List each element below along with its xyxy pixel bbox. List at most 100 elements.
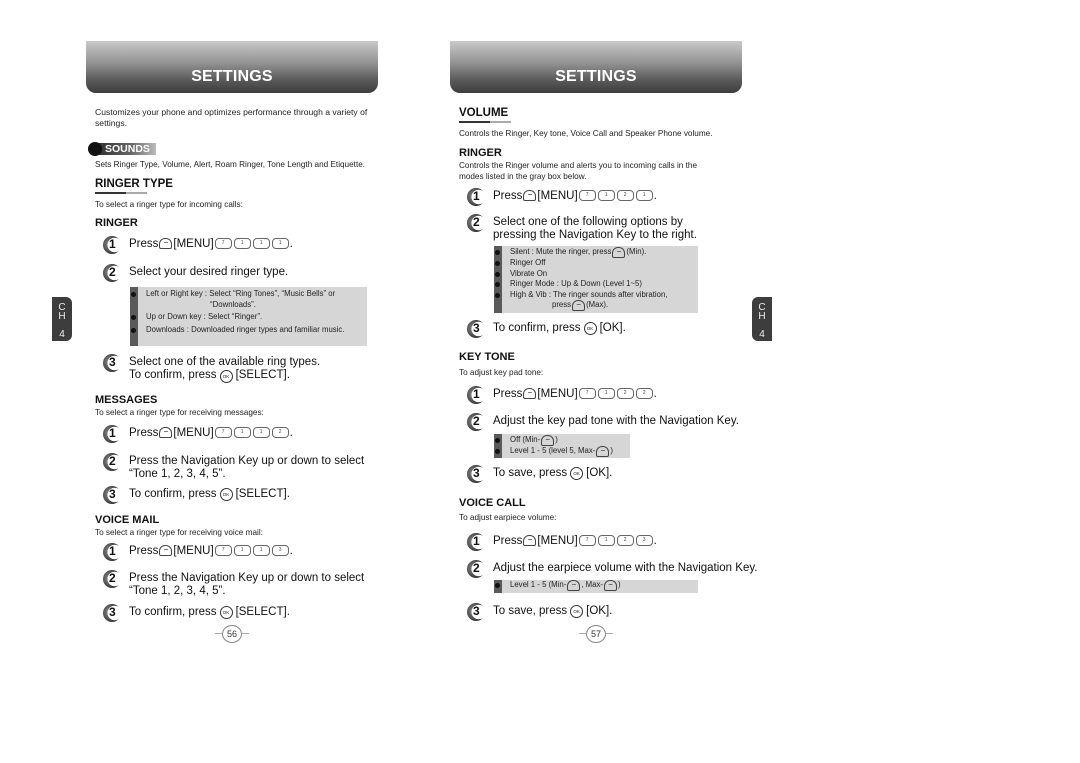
key-tone-desc: To adjust key pad tone:: [459, 368, 544, 377]
step-2: 2 Select your desired ringer type.: [103, 264, 289, 282]
step-number-badge: 3: [103, 354, 121, 372]
option-item: Left or Right key : Select “Ring Tones”,…: [131, 289, 367, 300]
ok-key-icon: OK: [583, 322, 597, 335]
step-2: 2 Adjust the earpiece volume with the Na…: [467, 560, 757, 578]
ok-key-icon: OK: [570, 605, 584, 618]
bullet-icon: [495, 282, 500, 288]
volume-heading: VOLUME: [459, 107, 511, 123]
bullet-icon: [495, 583, 500, 588]
key-3-icon: 3: [271, 545, 289, 556]
chapter-tab: CH4: [752, 297, 772, 341]
left-soft-key-icon: −: [523, 535, 537, 546]
voice-call-box: Level 1 - 5 (Min- −, Max- −): [494, 580, 698, 593]
key-7-icon: 7: [214, 238, 232, 249]
key-1-icon: 1: [597, 535, 615, 546]
left-soft-key-icon: −: [159, 427, 173, 438]
ok-key-icon: OK: [219, 488, 233, 501]
step-1: 1 Press − [MENU] 7 1 1 1.: [103, 236, 293, 254]
step-number-badge: 2: [467, 413, 485, 431]
key-tone-box: Off (Min- −) Level 1 - 5 (level 5, Max- −): [494, 434, 630, 458]
right-page: SETTINGS: [450, 41, 742, 93]
step-2: 2 Select one of the following options by…: [467, 214, 697, 242]
heading-underline: [95, 192, 147, 194]
bullet-icon: [495, 271, 500, 277]
heading-underline: [459, 121, 511, 123]
key-2-icon: 2: [616, 388, 634, 399]
sounds-tag: SOUNDS: [88, 142, 156, 156]
voice-call-desc: To adjust earpiece volume:: [459, 513, 557, 522]
key-7-icon: 7: [578, 388, 596, 399]
right-soft-key-icon: −: [604, 580, 618, 591]
key-1-icon: 1: [252, 545, 270, 556]
left-soft-key-icon: −: [567, 580, 581, 591]
step-1: 1 Press − [MENU] 7 1 2 1.: [467, 188, 657, 206]
ringer-modes-box: Silent : Mute the ringer, press − (Min). R…: [494, 246, 698, 313]
step-number-badge: 1: [103, 236, 121, 254]
banner-title: SETTINGS: [555, 68, 637, 85]
key-1-icon: 1: [597, 388, 615, 399]
ringer-title: RINGER: [95, 217, 138, 229]
page-banner: SETTINGS: [86, 41, 378, 93]
step-3: 3 To save, press OK [OK].: [467, 465, 612, 483]
option-item: Up or Down key : Select “Ringer”.: [131, 312, 367, 323]
step-number-badge: 3: [103, 604, 121, 622]
step-3: 3 To confirm, press OK [SELECT].: [103, 486, 290, 504]
volume-desc: Controls the Ringer, Key tone, Voice Cal…: [459, 129, 713, 138]
option-item-cont: “Downloads”.: [210, 299, 256, 309]
voice-call-title: VOICE CALL: [459, 497, 526, 509]
ok-key-icon: OK: [570, 467, 584, 480]
step-number-badge: 1: [103, 543, 121, 561]
key-7-icon: 7: [214, 427, 232, 438]
key-2-icon: 2: [616, 535, 634, 546]
step-number-badge: 3: [103, 486, 121, 504]
step-number-badge: 3: [467, 465, 485, 483]
step-number-badge: 1: [467, 386, 485, 404]
step-text: Select your desired ringer type.: [129, 266, 289, 278]
menu-label: [MENU]: [173, 238, 214, 250]
bullet-icon: [495, 449, 500, 454]
voice-mail-title: VOICE MAIL: [95, 514, 160, 526]
bullet-icon: [495, 438, 500, 443]
sounds-label: SOUNDS: [99, 143, 156, 155]
bullet-icon: [131, 292, 136, 297]
key-1-icon: 1: [597, 190, 615, 201]
bullet-icon: [131, 327, 136, 333]
heading-text: RINGER TYPE: [95, 178, 173, 190]
bullet-icon: [495, 261, 500, 266]
key-2-icon: 2: [635, 388, 653, 399]
key-1-icon: 1: [233, 427, 251, 438]
step-1: 1 Press − [MENU] 7 1 2 2.: [467, 386, 657, 404]
ok-key-icon: OK: [219, 606, 233, 619]
step-number-badge: 1: [103, 425, 121, 443]
key-3-icon: 3: [635, 535, 653, 546]
bullet-icon: [495, 292, 500, 298]
left-soft-key-icon: −: [541, 435, 555, 446]
step-number-badge: 2: [103, 264, 121, 282]
option-item: Downloads : Downloaded ringer types and …: [131, 325, 367, 336]
ringer-desc: Controls the Ringer volume and alerts yo…: [459, 161, 698, 181]
step-3: 3 To confirm, press OK [OK].: [467, 320, 626, 338]
sounds-desc: Sets Ringer Type, Volume, Alert, Roam Ri…: [95, 160, 366, 169]
ok-key-icon: OK: [219, 370, 233, 383]
key-1-icon: 1: [252, 238, 270, 249]
step-number-badge: 1: [467, 188, 485, 206]
step-number-badge: 2: [467, 560, 485, 578]
ringer-options-box: Left or Right key : Select “Ring Tones”,…: [130, 287, 367, 346]
intro-text: Customizes your phone and optimizes perf…: [95, 107, 368, 128]
messages-desc: To select a ringer type for receiving me…: [95, 408, 264, 417]
bullet-dot-icon: [88, 142, 102, 156]
step-number-badge: 3: [467, 320, 485, 338]
step-2: 2 Press the Navigation Key up or down to…: [103, 453, 364, 481]
mode-item: Silent : Mute the ringer, press − (Min).: [495, 247, 698, 258]
step-number-badge: 2: [103, 570, 121, 588]
left-soft-key-icon: −: [523, 388, 537, 399]
voice-mail-desc: To select a ringer type for receiving vo…: [95, 528, 263, 537]
heading-text: VOLUME: [459, 107, 509, 119]
key-2-icon: 2: [271, 427, 289, 438]
banner-title: SETTINGS: [191, 68, 273, 85]
left-soft-key-icon: −: [523, 190, 537, 201]
ringer-type-desc: To select a ringer type for incoming cal…: [95, 200, 243, 209]
left-soft-key-icon: −: [159, 545, 173, 556]
step-number-badge: 2: [467, 214, 485, 232]
key-7-icon: 7: [578, 535, 596, 546]
